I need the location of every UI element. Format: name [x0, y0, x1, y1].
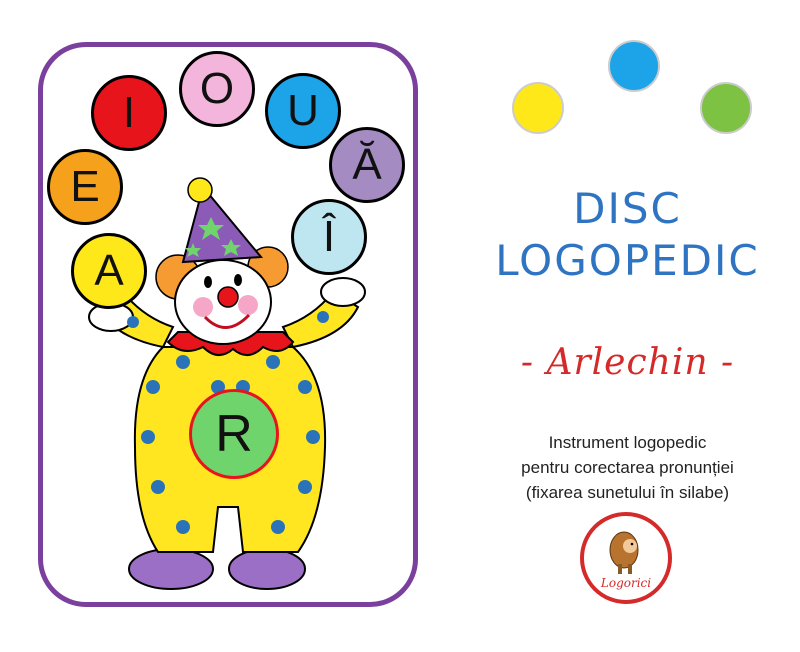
- ball-a: A: [71, 233, 147, 309]
- clown-nose: [217, 286, 239, 308]
- decor-dot-green: [700, 82, 752, 134]
- decor-dot-yellow: [512, 82, 564, 134]
- logorici-logo: Logorici: [580, 512, 672, 604]
- ball-u: U: [265, 73, 341, 149]
- ball-i: I: [91, 75, 167, 151]
- ball-e: E: [47, 149, 123, 225]
- left-shoe: [128, 548, 214, 590]
- ball-r-center: R: [189, 389, 279, 479]
- clown-card: A E I O U Ă Î R: [38, 42, 418, 607]
- right-hand: [320, 277, 366, 307]
- left-cheek: [193, 297, 213, 317]
- hat-pompom: [187, 177, 213, 203]
- right-shoe: [228, 548, 306, 590]
- description-line-3: (fixarea sunetului în silabe): [525, 483, 730, 502]
- description: Instrument logopedic pentru corectarea p…: [455, 430, 800, 505]
- ball-o: O: [179, 51, 255, 127]
- decor-dot-blue: [608, 40, 660, 92]
- title-line-2: LOGOPEDIC: [495, 236, 760, 285]
- title-line-1: DISC: [573, 184, 682, 233]
- description-line-1: Instrument logopedic: [548, 433, 707, 452]
- subtitle: - Arlechin -: [520, 342, 735, 383]
- description-line-2: pentru corectarea pronunției: [521, 458, 734, 477]
- ball-i-circumflex: Î: [291, 199, 367, 275]
- logo-text: Logorici: [600, 576, 652, 590]
- ball-a-breve: Ă: [329, 127, 405, 203]
- right-cheek: [238, 295, 258, 315]
